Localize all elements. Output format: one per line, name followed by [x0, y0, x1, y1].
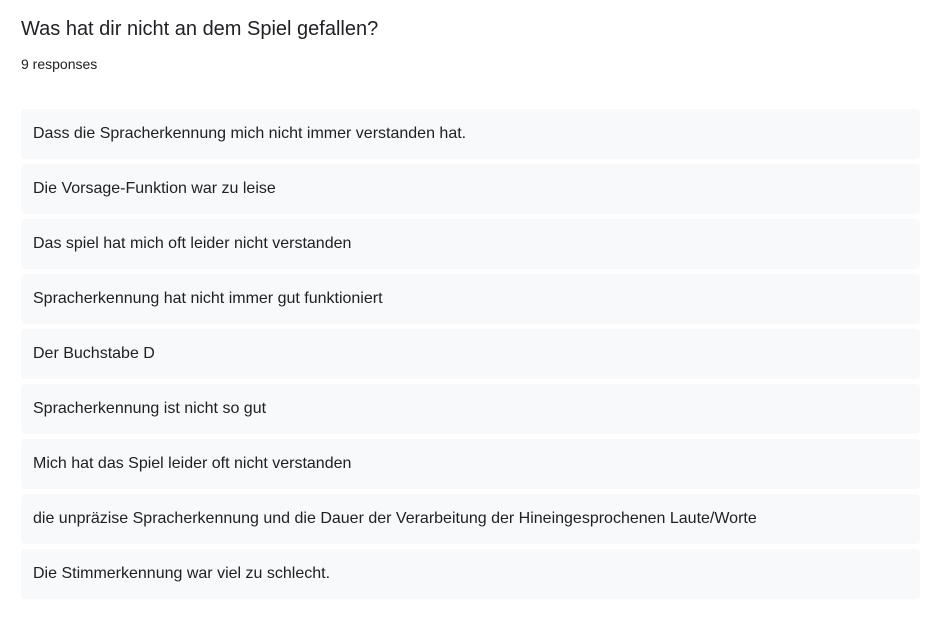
response-item: Das spiel hat mich oft leider nicht vers…	[21, 219, 920, 269]
response-item: die unpräzise Spracherkennung und die Da…	[21, 494, 920, 544]
response-item: Der Buchstabe D	[21, 329, 920, 379]
response-item: Die Vorsage-Funktion war zu leise	[21, 164, 920, 214]
response-list: Dass die Spracherkennung mich nicht imme…	[21, 109, 920, 604]
response-item: Spracherkennung ist nicht so gut	[21, 384, 920, 434]
response-item: Die Stimmerkennung war viel zu schlecht.	[21, 549, 920, 599]
response-count: 9 responses	[21, 56, 98, 72]
question-summary-card: Was hat dir nicht an dem Spiel gefallen?…	[0, 0, 942, 623]
response-item: Dass die Spracherkennung mich nicht imme…	[21, 109, 920, 159]
response-item: Spracherkennung hat nicht immer gut funk…	[21, 274, 920, 324]
question-title: Was hat dir nicht an dem Spiel gefallen?	[21, 18, 379, 40]
response-item: Mich hat das Spiel leider oft nicht vers…	[21, 439, 920, 489]
